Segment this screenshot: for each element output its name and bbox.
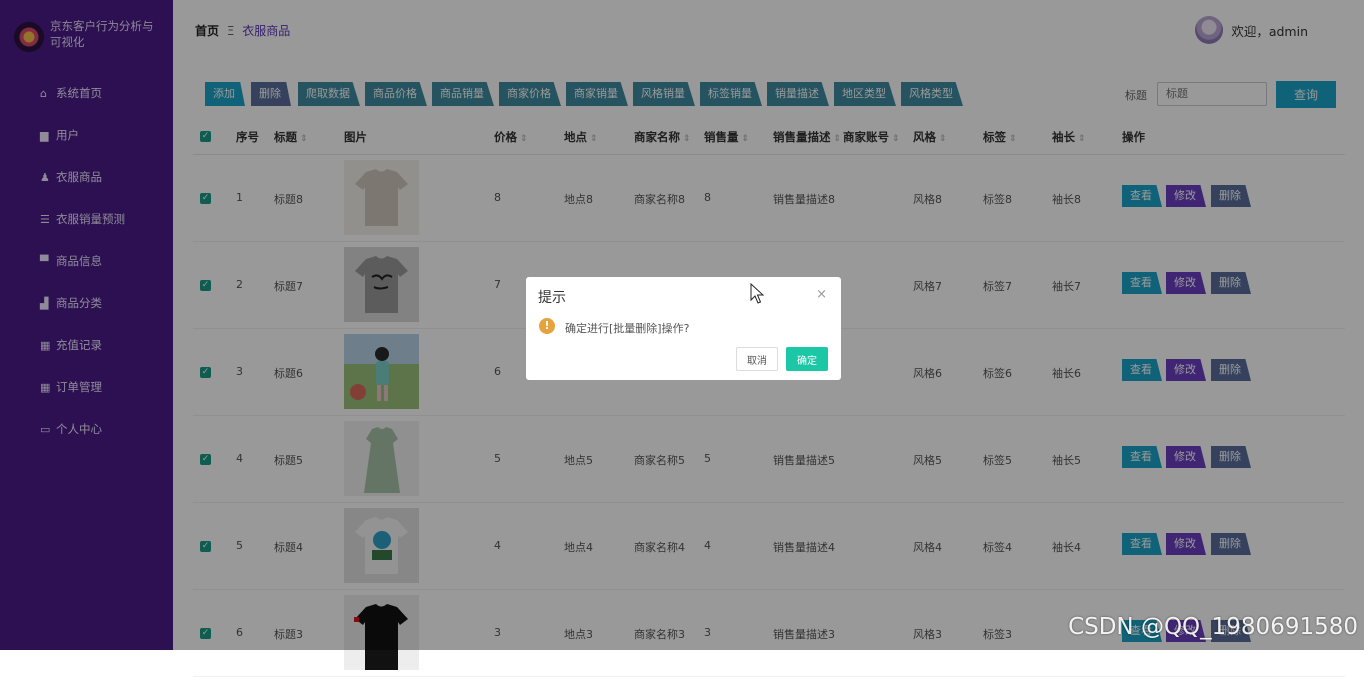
close-icon[interactable]: ×: [816, 287, 827, 302]
dialog-title: 提示: [538, 290, 566, 306]
cancel-button[interactable]: 取消: [736, 347, 778, 371]
mouse-cursor-icon: [750, 283, 764, 304]
confirm-dialog: 提示 × ! 确定进行[批量删除]操作? 取消 确定: [526, 277, 841, 380]
warning-icon: !: [539, 318, 555, 334]
dialog-message: 确定进行[批量删除]操作?: [565, 322, 690, 335]
watermark: CSDN @QQ_1980691580: [1068, 614, 1358, 640]
confirm-button[interactable]: 确定: [786, 347, 828, 371]
